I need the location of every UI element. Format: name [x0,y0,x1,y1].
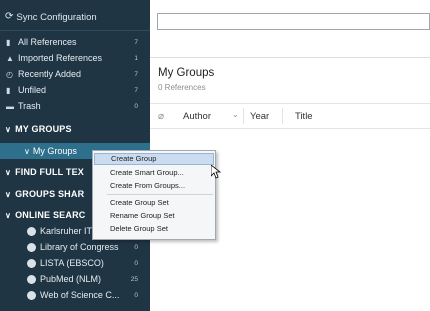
column-header: ⌀ Author ⌄ Year Title [150,103,430,129]
import-icon: ▲ [6,53,14,63]
globe-icon [27,274,36,284]
globe-icon [27,290,36,300]
column-divider[interactable] [282,108,283,124]
attachment-icon[interactable]: ⌀ [158,111,164,122]
clock-icon: ◴ [6,69,13,79]
sidebar-item-unfiled[interactable]: ▮ Unfiled 7 [0,82,150,98]
menu-item-rename-group-set[interactable]: Rename Group Set [94,210,214,222]
sidebar-item-trash[interactable]: ▬ Trash 0 [0,98,150,114]
column-divider[interactable] [243,108,244,124]
online-item-lista[interactable]: LISTA (EBSCO) 0 [0,255,150,271]
mouse-cursor-icon [211,165,221,179]
menu-item-create-group[interactable]: Create Group [94,153,214,165]
section-my-groups[interactable]: ∨ MY GROUPS [0,121,150,137]
sidebar-item-recently-added[interactable]: ◴ Recently Added 7 [0,66,150,82]
menu-item-delete-group-set[interactable]: Delete Group Set [94,223,214,235]
book-icon: ▮ [6,37,11,47]
menu-item-create-from-groups[interactable]: Create From Groups... [94,180,214,192]
column-title[interactable]: Title [295,111,313,122]
online-item-web-of-science[interactable]: Web of Science C... 0 [0,287,150,303]
column-year[interactable]: Year [250,111,269,122]
chevron-down-icon: ∨ [24,146,30,156]
sync-configuration-button[interactable]: ⟳ Sync Configuration [5,10,97,24]
chevron-down-icon: ∨ [5,210,12,220]
trash-icon: ▬ [6,101,14,111]
chevron-down-icon: ∨ [5,124,12,134]
unfiled-icon: ▮ [6,85,11,95]
search-input[interactable] [157,13,430,30]
sidebar-item-all-references[interactable]: ▮ All References 7 [0,34,150,50]
globe-icon [27,226,36,236]
menu-divider [107,194,213,195]
main-divider [150,57,430,58]
chevron-down-icon[interactable]: ⌄ [232,110,239,119]
sidebar-item-imported-references[interactable]: ▲ Imported References 1 [0,50,150,66]
online-item-pubmed[interactable]: PubMed (NLM) 25 [0,271,150,287]
sync-label: Sync Configuration [16,11,97,23]
menu-item-create-smart-group[interactable]: Create Smart Group... [94,167,214,179]
menu-item-create-group-set[interactable]: Create Group Set [94,197,214,209]
column-author[interactable]: Author [183,111,211,122]
context-menu: Create Group Create Smart Group... Creat… [92,150,216,240]
sidebar-divider [0,30,150,31]
globe-icon [27,258,36,268]
reference-count: 0 References [158,83,206,92]
page-title: My Groups [158,67,215,79]
sync-icon: ⟳ [5,11,14,22]
online-item-library-of-congress[interactable]: Library of Congress 0 [0,239,150,255]
globe-icon [27,242,36,252]
chevron-down-icon: ∨ [5,167,12,177]
chevron-down-icon: ∨ [5,189,12,199]
